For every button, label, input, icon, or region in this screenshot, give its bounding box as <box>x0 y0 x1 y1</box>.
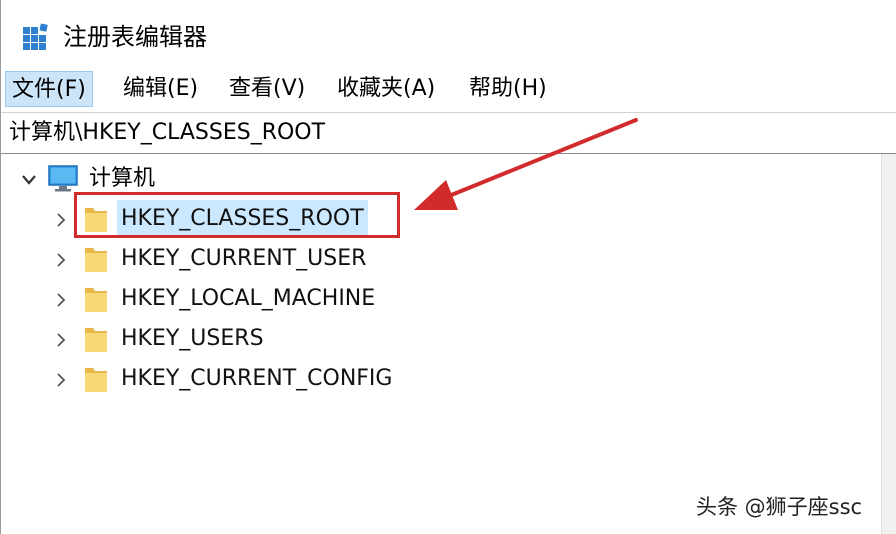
chevron-right-icon[interactable] <box>53 330 69 350</box>
folder-icon <box>85 288 107 312</box>
folder-icon <box>85 328 107 352</box>
folder-icon <box>85 368 107 392</box>
window-title: 注册表编辑器 <box>63 23 207 51</box>
registry-editor-icon <box>23 23 48 50</box>
tree-node-hkey-users[interactable]: HKEY_USERS <box>1 320 481 358</box>
tree-root-label: 计算机 <box>89 166 156 191</box>
menu-bar: 文件(F) 编辑(E) 查看(V) 收藏夹(A) 帮助(H) <box>1 66 896 112</box>
watermark: 头条 @狮子座ssc <box>696 495 863 519</box>
annotation-highlight-box <box>74 192 400 238</box>
vertical-scrollbar[interactable] <box>881 154 896 534</box>
folder-icon <box>85 248 107 272</box>
menu-view[interactable]: 查看(V) <box>223 71 311 107</box>
annotation-arrow-icon <box>414 118 638 210</box>
registry-editor-window: 注册表编辑器 文件(F) 编辑(E) 查看(V) 收藏夹(A) 帮助(H) 计算… <box>0 0 896 534</box>
chevron-right-icon[interactable] <box>53 290 69 310</box>
tree-node-hkey-current-user[interactable]: HKEY_CURRENT_USER <box>1 240 481 278</box>
tree-node-label: HKEY_CURRENT_USER <box>121 246 367 271</box>
menu-file[interactable]: 文件(F) <box>5 71 93 107</box>
tree-node-label: HKEY_LOCAL_MACHINE <box>121 286 376 311</box>
menu-help[interactable]: 帮助(H) <box>463 71 553 107</box>
tree-node-hkey-local-machine[interactable]: HKEY_LOCAL_MACHINE <box>1 280 481 318</box>
menu-edit[interactable]: 编辑(E) <box>117 71 204 107</box>
tree-root-computer[interactable]: 计算机 <box>1 162 301 196</box>
tree-node-label: HKEY_CURRENT_CONFIG <box>121 366 393 391</box>
chevron-down-icon[interactable] <box>19 170 39 190</box>
chevron-right-icon[interactable] <box>53 210 69 230</box>
tree-node-label: HKEY_USERS <box>121 326 264 351</box>
address-path[interactable]: 计算机\HKEY_CLASSES_ROOT <box>9 117 325 149</box>
chevron-right-icon[interactable] <box>53 370 69 390</box>
menu-favorites[interactable]: 收藏夹(A) <box>331 71 441 107</box>
tree-node-hkey-current-config[interactable]: HKEY_CURRENT_CONFIG <box>1 360 481 398</box>
title-bar: 注册表编辑器 <box>1 0 896 66</box>
computer-icon <box>48 165 78 192</box>
chevron-right-icon[interactable] <box>53 250 69 270</box>
